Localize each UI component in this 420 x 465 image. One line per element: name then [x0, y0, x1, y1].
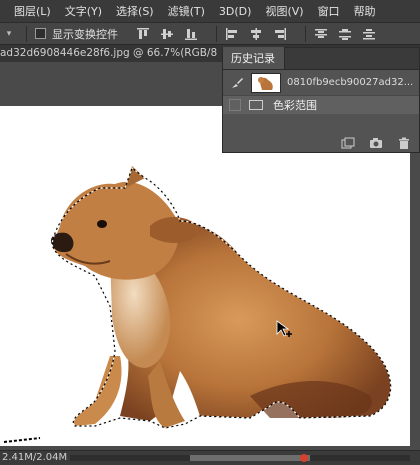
- show-transform-label: 显示变换控件: [52, 27, 118, 41]
- record-indicator: [300, 454, 308, 462]
- menu-view[interactable]: 视图(V): [258, 3, 310, 19]
- arrow-cursor-icon: [276, 320, 292, 337]
- menu-type[interactable]: 文字(Y): [58, 3, 109, 19]
- history-brush-icon[interactable]: [223, 70, 251, 96]
- menu-window[interactable]: 窗口: [311, 3, 347, 19]
- show-transform-checkbox[interactable]: [35, 28, 46, 39]
- menu-layer[interactable]: 图层(L): [0, 3, 58, 19]
- camera-icon[interactable]: [369, 137, 383, 149]
- align-left-icon[interactable]: [225, 27, 239, 41]
- align-top-icon[interactable]: [136, 27, 150, 41]
- color-range-icon: [249, 100, 263, 110]
- align-hcenter-icon[interactable]: [249, 27, 263, 41]
- new-snapshot-icon[interactable]: [341, 137, 355, 149]
- align-bottom-icon[interactable]: [184, 27, 198, 41]
- distribute-top-icon[interactable]: [314, 27, 328, 41]
- document-canvas[interactable]: [0, 106, 410, 446]
- menu-select[interactable]: 选择(S): [109, 3, 161, 19]
- history-state-checkbox[interactable]: [229, 99, 241, 111]
- distribute-bottom-icon[interactable]: [362, 27, 376, 41]
- align-vcenter-icon[interactable]: [160, 27, 174, 41]
- dog-image: [3, 166, 392, 443]
- menu-bar: 图层(L) 文字(Y) 选择(S) 滤镜(T) 3D(D) 视图(V) 窗口 帮…: [0, 0, 420, 22]
- menu-help[interactable]: 帮助: [347, 3, 383, 19]
- snapshot-name: 0810fb9ecb90027ad32...: [287, 77, 414, 88]
- menu-3d[interactable]: 3D(D): [212, 5, 259, 18]
- history-panel: 历史记录 0810fb9ecb90027ad32... 色彩范围: [222, 47, 420, 153]
- scrollbar-thumb[interactable]: [190, 455, 310, 461]
- status-bar: 2.41M/2.04M: [0, 450, 420, 465]
- options-bar: ▾ 显示变换控件: [0, 22, 420, 44]
- history-state-label: 色彩范围: [273, 99, 317, 112]
- snapshot-thumbnail: [251, 72, 281, 93]
- distribute-vcenter-icon[interactable]: [338, 27, 352, 41]
- history-panel-footer: [223, 134, 419, 152]
- options-separator: [216, 25, 217, 42]
- history-panel-tabs: 历史记录: [223, 47, 419, 70]
- horizontal-scrollbar[interactable]: [70, 455, 410, 461]
- history-snapshot[interactable]: 0810fb9ecb90027ad32...: [223, 70, 419, 96]
- tool-preset-dropdown[interactable]: ▾: [0, 29, 18, 39]
- options-separator: [26, 25, 27, 42]
- document-size[interactable]: 2.41M/2.04M: [2, 452, 67, 463]
- trash-icon[interactable]: [397, 137, 411, 149]
- options-separator: [305, 25, 306, 42]
- document-tab-title[interactable]: ad32d6908446e28f6.jpg @ 66.7%(RGB/8: [0, 47, 217, 59]
- align-right-icon[interactable]: [273, 27, 287, 41]
- menu-filter[interactable]: 滤镜(T): [161, 3, 212, 19]
- history-state-item[interactable]: 色彩范围: [223, 96, 419, 114]
- tab-history[interactable]: 历史记录: [223, 47, 285, 69]
